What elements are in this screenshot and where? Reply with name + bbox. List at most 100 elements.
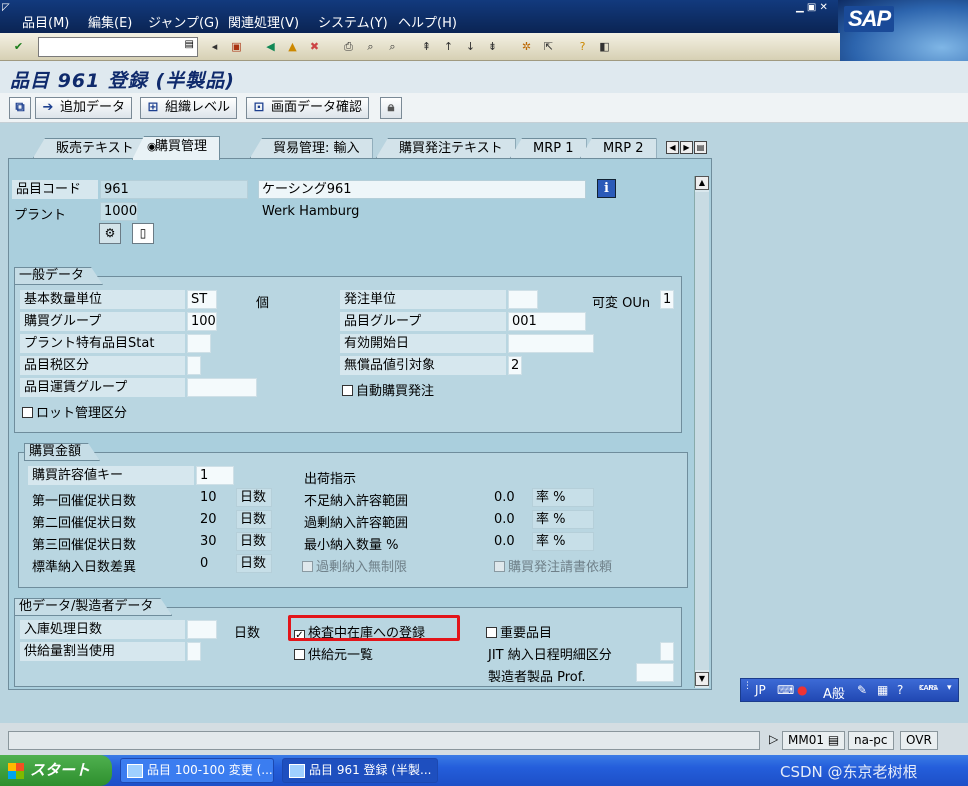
document-icon[interactable]: ▯ <box>132 223 154 244</box>
tab-purchasing[interactable]: ◉ 購買管理 <box>132 136 221 160</box>
vertical-scrollbar[interactable]: ▲ ▼ <box>694 176 709 688</box>
discount-field[interactable]: 2 <box>508 356 522 375</box>
tab-foreign-trade-import[interactable]: 貿易管理: 輸入 <box>250 138 373 158</box>
over-tolerance-value[interactable]: 0.0 <box>494 512 515 527</box>
tab-next-icon[interactable]: ▶ <box>680 141 693 154</box>
keyboard-icon[interactable]: ⌨ <box>777 683 794 697</box>
jit-indicator-field[interactable] <box>660 642 674 661</box>
var-oun-field[interactable]: 1 <box>660 290 674 309</box>
under-tolerance-value[interactable]: 0.0 <box>494 490 515 505</box>
status-transaction[interactable]: MM01 ▤ <box>782 731 846 750</box>
plant-field[interactable]: 1000 <box>100 202 138 221</box>
status-mode[interactable]: OVR <box>900 731 938 750</box>
find-icon[interactable]: ⌕ <box>362 38 379 55</box>
org-level-icon[interactable]: ⚙ <box>99 223 121 244</box>
menu-edit[interactable]: 編集(E) <box>88 12 132 31</box>
start-button[interactable]: スタート <box>0 755 112 786</box>
shortcut-icon[interactable]: ⇱ <box>540 38 557 55</box>
batch-management-box[interactable] <box>22 407 33 418</box>
print-icon[interactable]: ⎙ <box>340 38 357 55</box>
ime-tool-icon[interactable]: ✎ <box>857 683 867 697</box>
lock-button[interactable]: 🔒︎ <box>380 97 402 119</box>
window-controls[interactable]: ▁ ▣ ✕ <box>796 2 828 13</box>
base-uom-field[interactable]: ST <box>187 290 217 309</box>
scroll-track[interactable] <box>695 192 709 670</box>
menu-help[interactable]: ヘルプ(H) <box>398 12 457 31</box>
ime-pad-icon[interactable]: ● <box>797 683 807 697</box>
menu-system[interactable]: システム(Y) <box>318 12 388 31</box>
org-structure-icon: ⊞ <box>147 100 159 115</box>
exit-icon[interactable]: ▲ <box>284 38 301 55</box>
source-list-box[interactable] <box>294 649 305 660</box>
ime-help-icon[interactable]: ? <box>897 683 903 697</box>
cancel-icon[interactable]: ✖ <box>306 38 323 55</box>
tab-purchase-order-text[interactable]: 購買発注テキスト <box>376 138 516 158</box>
scroll-down-icon[interactable]: ▼ <box>695 672 709 686</box>
mfr-profile-field[interactable] <box>636 663 674 682</box>
std-deviation-label: 標準納入日数差異 <box>32 560 137 575</box>
new-session-icon[interactable]: ✲ <box>518 38 535 55</box>
quota-usage-field[interactable] <box>187 642 201 661</box>
previous-page-icon[interactable]: ↑ <box>440 38 457 55</box>
command-history-icon[interactable]: ▤ <box>185 39 194 50</box>
first-page-icon[interactable]: ⇞ <box>418 38 435 55</box>
input-mode-icon[interactable]: A般 <box>823 683 845 702</box>
org-levels-button[interactable]: ⊞ 組織レベル <box>140 97 238 119</box>
command-field[interactable]: ▤ <box>38 37 198 57</box>
find-next-icon[interactable]: ⌕ <box>384 38 401 55</box>
menu-environment[interactable]: 関連処理(V) <box>228 12 299 31</box>
back-icon[interactable]: ◀ <box>262 38 279 55</box>
taskbar-item-material-change[interactable]: 品目 100-100 変更 (... <box>120 758 274 783</box>
acknowledgement-box <box>494 561 505 572</box>
scroll-up-icon[interactable]: ▲ <box>695 176 709 190</box>
plant-status-field[interactable] <box>187 334 211 353</box>
info-icon[interactable]: i <box>597 179 616 198</box>
next-page-icon[interactable]: ↓ <box>462 38 479 55</box>
batch-management-checkbox[interactable]: ロット管理区分 <box>22 402 127 421</box>
additional-data-button[interactable]: ➔ 追加データ <box>35 97 133 119</box>
purchasing-group-field[interactable]: 100 <box>187 312 217 331</box>
source-list-checkbox[interactable]: 供給元一覧 <box>294 644 373 663</box>
freight-group-field[interactable] <box>187 378 257 397</box>
critical-part-box[interactable] <box>486 627 497 638</box>
std-deviation-value[interactable]: 0 <box>200 556 208 571</box>
auto-po-box[interactable] <box>342 385 353 396</box>
auto-po-checkbox[interactable]: 自動購買発注 <box>342 380 434 399</box>
status-list-icon[interactable]: ▤ <box>828 733 839 747</box>
material-field[interactable]: 961 <box>100 180 248 199</box>
tab-prev-icon[interactable]: ◀ <box>666 141 679 154</box>
ime-dictionary-icon[interactable]: ▦ <box>877 683 888 697</box>
ime-language[interactable]: JP <box>755 683 766 697</box>
min-qty-value[interactable]: 0.0 <box>494 534 515 549</box>
tax-indicator-field[interactable] <box>187 356 201 375</box>
window-menu-icon[interactable]: ◸ <box>2 2 10 13</box>
menu-goto[interactable]: ジャンプ(G) <box>148 12 219 31</box>
tab-mrp2[interactable]: MRP 2 <box>580 138 657 158</box>
views-button[interactable]: ⧉ <box>9 97 31 119</box>
ime-grip-icon[interactable]: ⋮ <box>743 681 752 691</box>
reminder2-value[interactable]: 20 <box>200 512 217 527</box>
order-unit-field[interactable] <box>508 290 538 309</box>
taskbar-item-material-create[interactable]: 品目 961 登録 (半製... <box>282 758 438 783</box>
help-icon[interactable]: ? <box>574 38 591 55</box>
tab-list-icon[interactable]: ▤ <box>694 141 707 154</box>
tab-mrp1[interactable]: MRP 1 <box>510 138 587 158</box>
purch-value-key-field[interactable]: 1 <box>196 466 234 485</box>
save-icon[interactable]: ▣ <box>228 38 245 55</box>
critical-part-checkbox[interactable]: 重要品目 <box>486 622 552 641</box>
material-description-field[interactable]: ケーシング961 <box>258 180 586 199</box>
valid-from-field[interactable] <box>508 334 594 353</box>
ime-options-icon[interactable]: ▾ <box>947 683 952 693</box>
last-page-icon[interactable]: ⇟ <box>484 38 501 55</box>
reminder1-value[interactable]: 10 <box>200 490 217 505</box>
check-screen-data-button[interactable]: ⊡ 画面データ確認 <box>246 97 370 119</box>
command-collapse-icon[interactable]: ◂ <box>206 38 223 55</box>
layout-menu-icon[interactable]: ◧ <box>596 38 613 55</box>
reminder3-value[interactable]: 30 <box>200 534 217 549</box>
menu-material[interactable]: 品目(M) <box>22 12 69 31</box>
material-group-field[interactable]: 001 <box>508 312 586 331</box>
enter-icon[interactable]: ✔ <box>10 38 27 55</box>
tab-sales-text[interactable]: 販売テキスト <box>33 138 147 158</box>
status-collapse-icon[interactable]: ▷ <box>764 731 783 750</box>
gr-time-field[interactable] <box>187 620 217 639</box>
